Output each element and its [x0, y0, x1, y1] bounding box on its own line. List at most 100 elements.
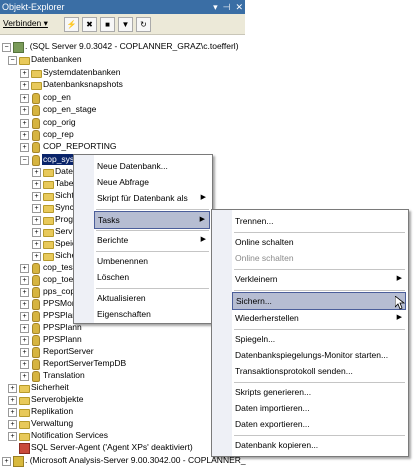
submenu-arrow-icon: ▶: [396, 314, 402, 321]
menu-separator: [234, 329, 405, 330]
database-icon: [32, 347, 40, 358]
expand-icon[interactable]: +: [8, 408, 17, 417]
collapse-icon[interactable]: −: [20, 156, 29, 165]
connect-icon[interactable]: ⚡: [64, 17, 79, 32]
expand-icon[interactable]: +: [20, 94, 29, 103]
context-menu-tasks: Trennen... Online schalten Online schalt…: [211, 209, 409, 457]
expand-icon[interactable]: +: [8, 432, 17, 441]
menu-item-daten-importieren[interactable]: Daten importieren...: [232, 400, 406, 416]
pin-icon[interactable]: ⊣: [223, 0, 231, 14]
menu-item-skript[interactable]: Skript für Datenbank als ▶: [94, 190, 210, 206]
menu-separator: [96, 209, 209, 210]
expand-icon[interactable]: +: [8, 384, 17, 393]
database-icon: [32, 105, 40, 116]
menu-item-umbenennen[interactable]: Umbenennen: [94, 253, 210, 269]
expand-icon[interactable]: +: [20, 106, 29, 115]
menu-separator: [234, 290, 405, 291]
expand-icon[interactable]: +: [20, 288, 29, 297]
expand-icon[interactable]: +: [20, 143, 29, 152]
menu-item-trennen[interactable]: Trennen...: [232, 213, 406, 229]
expand-icon[interactable]: +: [20, 360, 29, 369]
expand-icon[interactable]: +: [32, 204, 41, 213]
menu-item-aktualisieren[interactable]: Aktualisieren: [94, 290, 210, 306]
menu-item-loeschen[interactable]: Löschen: [94, 269, 210, 285]
folder-icon: [43, 229, 54, 237]
submenu-arrow-icon: ▶: [200, 194, 206, 201]
collapse-icon[interactable]: −: [8, 56, 17, 65]
menu-separator: [234, 232, 405, 233]
expand-icon[interactable]: +: [20, 131, 29, 140]
object-explorer-titlebar: Objekt-Explorer ▾ ⊣ ✕: [0, 0, 245, 14]
menu-item-transaktionsprotokoll[interactable]: Transaktionsprotokoll senden...: [232, 363, 406, 379]
menu-separator: [96, 288, 209, 289]
expand-icon[interactable]: +: [20, 312, 29, 321]
server-icon: [13, 42, 24, 53]
expand-icon[interactable]: +: [8, 420, 17, 429]
expand-icon[interactable]: +: [32, 228, 41, 237]
expand-icon[interactable]: +: [20, 324, 29, 333]
folder-icon: [43, 217, 54, 225]
menu-item-tasks[interactable]: Tasks ▶: [94, 211, 210, 229]
expand-icon[interactable]: +: [32, 192, 41, 201]
database-icon: [32, 142, 40, 153]
database-icon: [32, 93, 40, 104]
database-icon: [32, 371, 40, 382]
folder-icon: [19, 57, 30, 65]
expand-icon[interactable]: +: [32, 216, 41, 225]
folder-icon: [19, 385, 30, 393]
expand-icon[interactable]: +: [20, 348, 29, 357]
menu-item-neue-abfrage[interactable]: Neue Abfrage: [94, 174, 210, 190]
folder-icon: [31, 82, 42, 90]
close-icon[interactable]: ✕: [235, 0, 243, 14]
menu-item-neue-datenbank[interactable]: Neue Datenbank...: [94, 158, 210, 174]
submenu-arrow-icon: ▶: [396, 275, 402, 282]
mouse-cursor-icon: [395, 296, 405, 310]
expand-icon[interactable]: +: [8, 396, 17, 405]
database-icon: [32, 263, 40, 274]
database-icon: [32, 130, 40, 141]
window-title: Objekt-Explorer: [2, 2, 65, 12]
folder-icon: [19, 421, 30, 429]
dropdown-icon[interactable]: ▾: [213, 0, 218, 14]
expand-icon[interactable]: +: [20, 69, 29, 78]
expand-icon[interactable]: +: [20, 119, 29, 128]
menu-item-skripts-generieren[interactable]: Skripts generieren...: [232, 384, 406, 400]
menu-item-daten-exportieren[interactable]: Daten exportieren...: [232, 416, 406, 432]
menu-item-spiegeln[interactable]: Spiegeln...: [232, 331, 406, 347]
collapse-icon[interactable]: −: [2, 43, 11, 52]
expand-icon[interactable]: +: [32, 168, 41, 177]
expand-icon[interactable]: +: [20, 264, 29, 273]
filter-icon[interactable]: ▼: [118, 17, 133, 32]
stop-icon[interactable]: ■: [100, 17, 115, 32]
menu-item-sichern[interactable]: Sichern...: [232, 292, 406, 310]
menu-item-online[interactable]: Online schalten: [232, 250, 406, 266]
folder-icon: [19, 409, 30, 417]
expand-icon[interactable]: +: [32, 180, 41, 189]
database-icon: [32, 299, 40, 310]
expand-icon[interactable]: +: [32, 252, 41, 261]
folder-icon: [19, 433, 30, 441]
expand-icon[interactable]: +: [20, 372, 29, 381]
menu-item-berichte[interactable]: Berichte ▶: [94, 232, 210, 248]
expand-icon[interactable]: +: [20, 300, 29, 309]
expand-icon[interactable]: +: [20, 81, 29, 90]
expand-icon[interactable]: +: [32, 240, 41, 249]
menu-separator: [96, 230, 209, 231]
menu-item-spiegelungs-monitor[interactable]: Datenbankspiegelungs-Monitor starten...: [232, 347, 406, 363]
disconnect-icon[interactable]: ✖: [82, 17, 97, 32]
database-icon: [32, 359, 40, 370]
menu-item-wiederherstellen[interactable]: Wiederherstellen ▶: [232, 310, 406, 326]
folder-icon: [43, 205, 54, 213]
menu-item-verkleinern[interactable]: Verkleinern ▶: [232, 271, 406, 287]
expand-icon[interactable]: +: [2, 457, 11, 466]
refresh-icon[interactable]: ↻: [136, 17, 151, 32]
menu-item-eigenschaften[interactable]: Eigenschaften: [94, 306, 210, 322]
menu-separator: [234, 382, 405, 383]
folder-icon: [31, 70, 42, 78]
expand-icon[interactable]: +: [20, 336, 29, 345]
connect-button[interactable]: Verbinden ▾: [3, 18, 48, 29]
expand-icon[interactable]: +: [20, 276, 29, 285]
menu-item-datenbank-kopieren[interactable]: Datenbank kopieren...: [232, 437, 406, 453]
menu-separator: [96, 251, 209, 252]
menu-item-offline[interactable]: Online schalten: [232, 234, 406, 250]
